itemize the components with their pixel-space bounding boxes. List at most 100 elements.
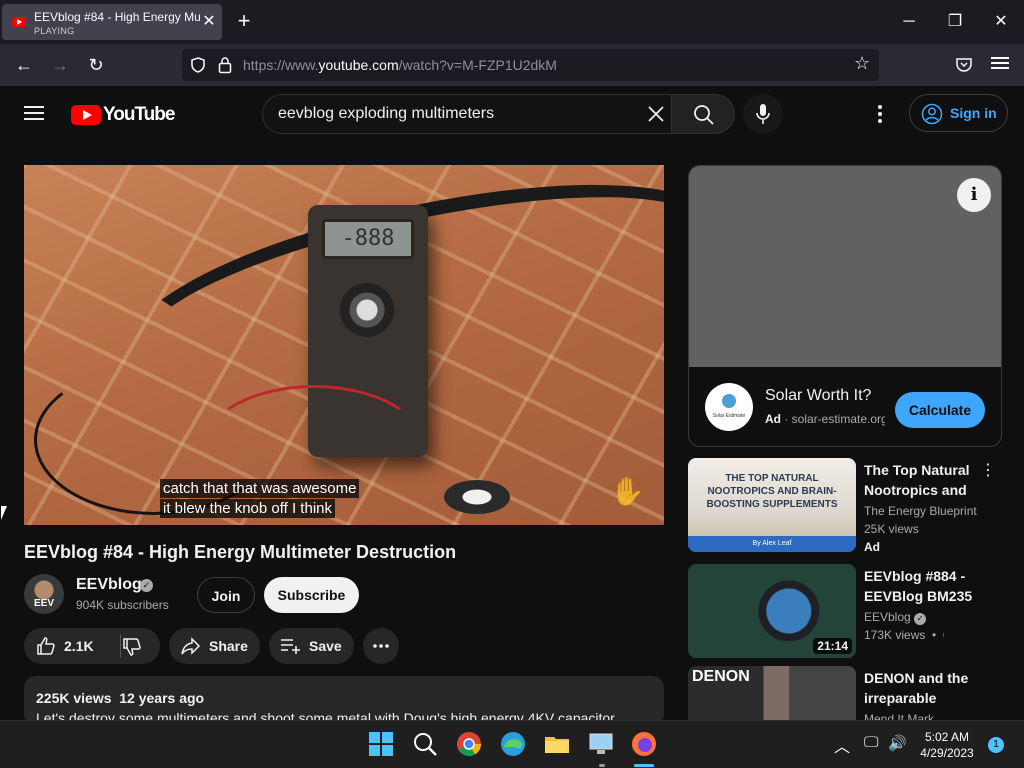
window-restore-icon[interactable]: ❐ [943,10,967,34]
taskbar-clock[interactable]: 5:02 AM 4/29/2023 [915,729,979,761]
ad-info-icon[interactable]: i [957,178,991,212]
like-count[interactable]: 2.1K [64,638,94,654]
recommended-title[interactable]: DENON and the irreparable receiver [864,668,984,708]
browser-tab-active[interactable]: EEVblog #84 - High Energy Multimeter Des… [2,4,222,40]
remote-desktop-icon[interactable] [588,731,614,757]
search-button[interactable] [671,94,735,134]
url-text[interactable]: https://www.youtube.com/watch?v=M-FZP1U2… [243,57,557,73]
settings-more-icon[interactable] [866,100,894,128]
volume-icon[interactable]: 🔊 [888,734,907,752]
more-vertical-icon[interactable]: ⋮ [980,460,996,480]
edge-icon[interactable] [500,731,526,757]
mouse-cursor-icon [1,506,7,520]
youtube-wordmark: YouTube [103,104,175,125]
multimeter-knob [340,283,394,337]
window-close-icon[interactable]: ✕ [989,10,1013,34]
recommended-title[interactable]: The Top Natural Nootropics and Brain-Boo… [864,460,984,500]
thumbnail-band: By Alex Leaf [688,536,856,552]
forward-arrow-icon[interactable]: → [47,53,73,77]
pocket-icon[interactable] [955,56,973,74]
voice-search-button[interactable] [743,94,783,134]
subscribe-button[interactable]: Subscribe [264,577,359,613]
windows-taskbar: ︿ 🖵 🔊 5:02 AM 4/29/2023 1 [0,720,1024,768]
like-divider [120,634,121,658]
multimeter-display: -888 [322,219,414,259]
youtube-play-logo-icon [71,105,101,125]
clock-time: 5:02 AM [924,730,970,744]
recommended-channel[interactable]: The Energy Blueprint [864,504,977,518]
tab-playing-status: PLAYING [34,26,75,36]
active-app-indicator [634,764,654,767]
windows-start-icon[interactable] [368,731,394,757]
reload-icon[interactable]: ↻ [83,53,109,77]
recommended-thumbnail[interactable]: 21:14 [688,564,856,658]
browser-tab-bar: EEVblog #84 - High Energy Multimeter Des… [0,0,1024,44]
window-minimize-icon[interactable]: ─ [897,10,921,34]
chrome-icon[interactable] [456,731,482,757]
thumbnail-text: DENON [692,668,750,685]
ad-calculate-button[interactable]: Calculate [895,392,985,428]
recommended-video[interactable]: DENON DENON and the irreparable receiver… [688,666,1008,720]
youtube-favicon-icon [12,17,26,27]
address-bar[interactable]: https://www.youtube.com/watch?v=M-FZP1U2… [182,49,879,81]
recommended-video[interactable]: THE TOP NATURAL NOOTROPICS AND BRAIN-BOO… [688,458,1008,554]
recommended-channel[interactable]: Mend It Mark [864,712,934,720]
network-icon[interactable]: 🖵 [864,734,878,751]
more-actions-button[interactable] [363,628,399,664]
sponsored-ad-card[interactable]: i Solar Estimate Solar Worth It? Ad · so… [688,165,1002,447]
recommended-views: 25K views [864,522,919,536]
ad-advertiser-logo[interactable]: Solar Estimate [705,383,753,431]
sign-in-button[interactable]: Sign in [909,94,1008,132]
tray-chevron-up-icon[interactable]: ︿ [834,733,850,757]
join-button[interactable]: Join [197,577,255,613]
firefox-icon[interactable] [631,731,657,757]
back-arrow-icon[interactable]: ← [11,53,37,77]
app-menu-icon[interactable] [991,54,1009,72]
recommended-views: 173K views • 6 years ago [864,628,944,642]
file-explorer-icon[interactable] [544,731,570,757]
clear-search-icon[interactable] [641,99,671,129]
tab-close-icon[interactable]: ✕ [199,12,219,32]
ad-media[interactable] [689,166,1001,367]
recommended-title[interactable]: EEVblog #884 - EEVBlog BM235 Multimeter [864,566,984,606]
lock-icon[interactable] [218,56,232,74]
thumbs-down-icon[interactable] [122,637,142,657]
shield-icon[interactable] [190,57,206,73]
video-frame-knob-piece [444,480,510,514]
notification-badge[interactable]: 1 [988,737,1004,753]
channel-avatar[interactable] [24,574,64,614]
search-query-text[interactable]: eevblog exploding multimeters [278,105,494,123]
recommended-thumbnail[interactable]: DENON [688,666,856,720]
channel-watermark-icon[interactable]: ✋ [610,475,650,511]
channel-name[interactable]: EEVblog [76,576,142,594]
tab-title: EEVblog #84 - High Energy Multimeter Des… [34,10,200,24]
thumbnail-text: THE TOP NATURAL NOOTROPICS AND BRAIN-BOO… [706,473,838,510]
view-count-date: 225K views 12 years ago [36,690,205,706]
taskbar-search-icon[interactable] [412,731,438,757]
guide-menu-icon[interactable] [24,103,48,123]
ad-subline: Ad · solar-estimate.org [765,412,885,426]
video-description[interactable]: 225K views 12 years ago Let's destroy so… [24,676,664,726]
ad-headline[interactable]: Solar Worth It? [765,387,871,405]
video-title: EEVblog #84 - High Energy Multimeter Des… [24,542,457,562]
more-horizontal-icon [373,644,389,648]
share-arrow-icon [181,637,201,655]
recommended-video[interactable]: 21:14 EEVblog #884 - EEVBlog BM235 Multi… [688,564,1008,660]
sign-in-label: Sign in [950,105,997,121]
thumbs-up-icon[interactable] [36,636,56,656]
recommended-channel[interactable]: EEVblog ✓ [864,610,927,625]
video-player[interactable]: -888 catch that that was awesome it blew… [24,165,664,525]
share-label: Share [209,638,248,654]
running-app-indicator [599,764,605,767]
verified-check-icon: ✓ [140,579,153,592]
new-tab-plus-icon[interactable]: + [233,10,255,33]
recommended-thumbnail[interactable]: THE TOP NATURAL NOOTROPICS AND BRAIN-BOO… [688,458,856,552]
browser-nav-bar: ← → ↻ https://www.youtube.com/watch?v=M-… [0,44,1024,86]
subscriber-count: 904K subscribers [76,598,169,612]
share-button[interactable]: Share [169,628,260,664]
search-input[interactable]: eevblog exploding multimeters [262,94,672,134]
caption-line: it blew the knob off I think [160,499,335,518]
ad-logo-text: Solar Estimate [712,413,746,419]
save-button[interactable]: Save [269,628,354,664]
bookmark-star-icon[interactable]: ☆ [854,53,870,74]
